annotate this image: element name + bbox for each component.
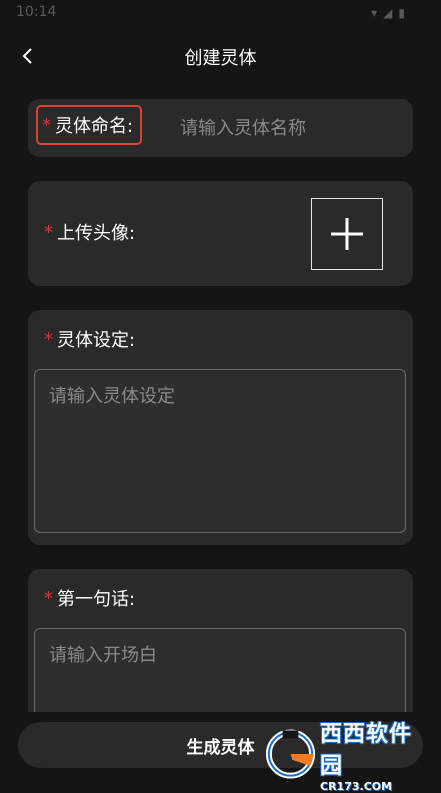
status-icons: ▾ ◢ ▮ bbox=[371, 6, 405, 20]
signal-icon: ◢ bbox=[383, 6, 393, 20]
required-mark: * bbox=[44, 221, 53, 243]
name-label-text: 灵体命名: bbox=[55, 116, 134, 137]
first-sentence-label-text: 第一句话: bbox=[57, 589, 136, 610]
watermark-title: 西西软件园 bbox=[320, 721, 413, 779]
bottom-bar: 生成灵体 西西软件园 CR173.COM bbox=[0, 712, 441, 793]
first-sentence-label: * 第一句话: bbox=[44, 585, 135, 611]
name-card: * 灵体命名: bbox=[28, 99, 413, 157]
wifi-icon: ▾ bbox=[371, 6, 378, 20]
setting-textarea[interactable] bbox=[34, 369, 406, 533]
battery-icon: ▮ bbox=[398, 6, 405, 20]
page-title: 创建灵体 bbox=[184, 48, 257, 69]
plus-icon bbox=[331, 218, 363, 250]
watermark-logo bbox=[265, 729, 316, 779]
setting-label: * 灵体设定: bbox=[44, 326, 135, 352]
required-mark: * bbox=[44, 587, 53, 609]
upload-avatar-button[interactable] bbox=[311, 198, 383, 270]
setting-card: * 灵体设定: bbox=[28, 310, 413, 545]
name-input[interactable] bbox=[178, 109, 402, 147]
avatar-label-text: 上传头像: bbox=[57, 223, 136, 244]
name-label: * 灵体命名: bbox=[36, 105, 142, 145]
avatar-label: * 上传头像: bbox=[44, 219, 135, 245]
watermark-subtitle: CR173.COM bbox=[320, 779, 393, 793]
watermark-text: 西西软件园 CR173.COM bbox=[320, 716, 433, 793]
setting-label-text: 灵体设定: bbox=[57, 330, 136, 351]
status-time: 10:14 bbox=[16, 4, 57, 20]
status-bar: 10:14 ▾ ◢ ▮ bbox=[0, 0, 441, 32]
header: 创建灵体 bbox=[0, 32, 441, 82]
required-mark: * bbox=[44, 328, 53, 350]
required-mark: * bbox=[42, 114, 51, 136]
avatar-card: * 上传头像: bbox=[28, 181, 413, 286]
watermark: 西西软件园 CR173.COM bbox=[263, 722, 433, 793]
